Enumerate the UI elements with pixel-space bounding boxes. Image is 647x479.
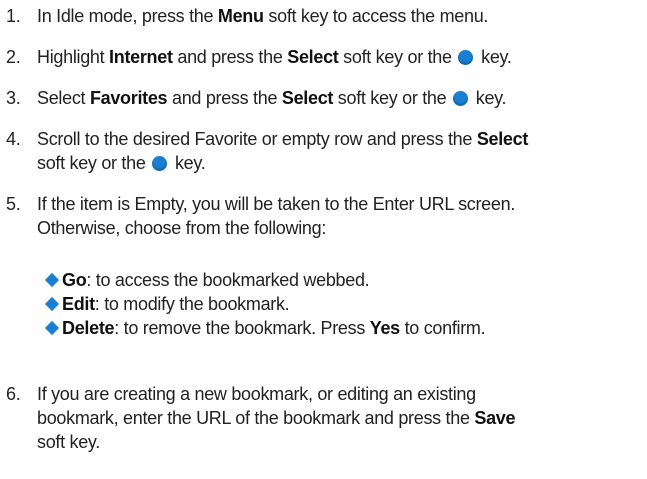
step-text: Highlight [37, 47, 110, 67]
option-label: Go [62, 270, 87, 290]
step-6: 6. If you are creating a new bookmark, or… [6, 382, 642, 454]
menu-key-label: Menu [217, 6, 264, 26]
ok-key-icon [152, 156, 168, 171]
step-number: 6. [6, 384, 21, 404]
step-text: soft key or the [37, 153, 151, 173]
select-key-label: Select [281, 88, 334, 108]
step-text: and press the [172, 47, 288, 67]
step-number: 5. [6, 194, 21, 214]
step-number: 3. [6, 88, 21, 108]
option-text: : to modify the bookmark. [94, 294, 290, 314]
diamond-bullet-icon [44, 296, 60, 312]
step-text: If the item is Empty, you will be taken … [37, 194, 516, 214]
option-text: : to remove the bookmark. Press [114, 318, 370, 338]
option-delete: Delete: to remove the bookmark. Press Ye… [44, 316, 486, 340]
step-text: key. [471, 88, 507, 108]
option-go: Go: to access the bookmarked webbed. [44, 268, 370, 292]
internet-label: Internet [109, 47, 173, 67]
yes-label: Yes [369, 318, 400, 338]
step-text: soft key. [37, 432, 100, 452]
step-text: soft key or the [338, 47, 457, 67]
option-label: Delete [62, 318, 115, 338]
step-1: 1. In Idle mode, press the Menu soft key … [6, 4, 642, 28]
step-2: 2. Highlight Internet and press the Selec… [6, 45, 642, 69]
step-5: 5. If the item is Empty, you will be take… [6, 192, 642, 240]
step-text: bookmark, enter the URL of the bookmark … [37, 408, 475, 428]
step-3: 3. Select Favorites and press the Select … [6, 86, 642, 110]
option-edit: Edit: to modify the bookmark. [44, 292, 290, 316]
step-text: soft key or the [333, 88, 452, 108]
step-number: 1. [6, 6, 21, 26]
ok-key-icon [458, 50, 474, 65]
save-key-label: Save [474, 408, 516, 428]
diamond-bullet-icon [44, 320, 60, 336]
ok-key-icon [453, 91, 469, 106]
option-text: : to access the bookmarked webbed. [86, 270, 370, 290]
step-text: soft key to access the menu. [263, 6, 489, 26]
instruction-page: 1. In Idle mode, press the Menu soft key … [0, 0, 647, 479]
step-text: key. [170, 153, 206, 173]
option-label: Edit [62, 294, 95, 314]
step-text: key. [476, 47, 512, 67]
favorites-label: Favorites [89, 88, 168, 108]
select-key-label: Select [476, 129, 529, 149]
select-key-label: Select [287, 47, 339, 67]
step-text: Otherwise, choose from the following: [37, 218, 327, 238]
step-4: 4. Scroll to the desired Favorite or empt… [6, 127, 642, 175]
step-text: In Idle mode, press the [37, 6, 218, 26]
step-text: Select [37, 88, 90, 108]
diamond-bullet-icon [44, 272, 60, 288]
step-text: Scroll to the desired Favorite or empty … [37, 129, 477, 149]
step-text: and press the [167, 88, 282, 108]
step-text: If you are creating a new bookmark, or e… [37, 384, 476, 404]
option-text: to confirm. [399, 318, 486, 338]
step-number: 2. [6, 47, 21, 67]
step-number: 4. [6, 129, 21, 149]
